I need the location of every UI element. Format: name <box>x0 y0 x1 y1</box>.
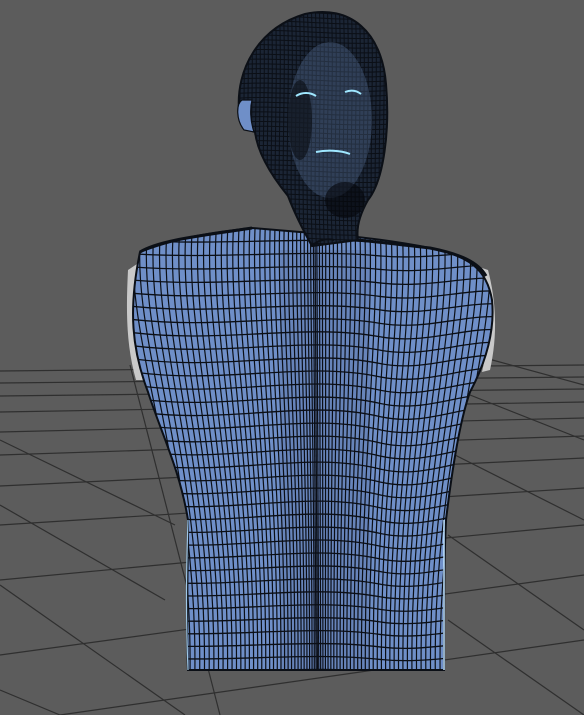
torso-mesh <box>133 228 493 670</box>
3d-viewport[interactable] <box>0 0 584 715</box>
viewport-canvas[interactable] <box>0 0 584 715</box>
